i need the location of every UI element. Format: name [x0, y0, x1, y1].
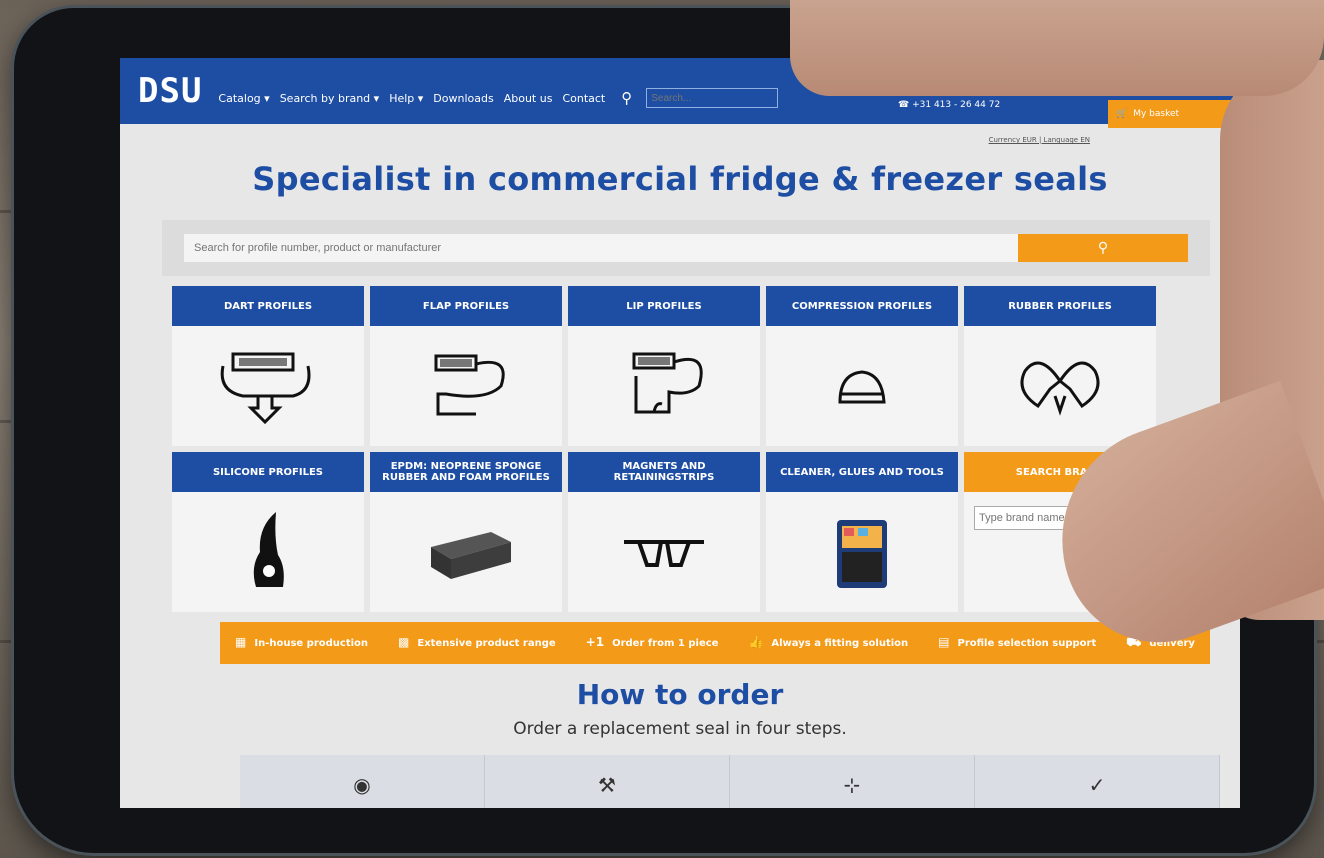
grid-icon: ▩ — [398, 635, 410, 650]
step-card: ✓ — [975, 755, 1220, 808]
tablet-frame: DSU Catalog ▾ Search by brand ▾ Help ▾ D… — [14, 8, 1314, 853]
usp-text: Order from 1 piece — [612, 637, 719, 649]
toolkit-image — [766, 492, 958, 612]
category-card[interactable]: FLAP PROFILES — [370, 286, 562, 446]
site-logo[interactable]: DSU — [138, 71, 202, 111]
nav-help[interactable]: Help ▾ — [389, 92, 423, 105]
category-card[interactable]: EPDM: NEOPRENE SPONGE RUBBER AND FOAM PR… — [370, 452, 562, 612]
main-search-band: ⚲ — [162, 220, 1210, 276]
thumbs-up-icon: 👍 — [748, 635, 764, 650]
category-card[interactable]: SILICONE PROFILES — [172, 452, 364, 612]
category-card[interactable]: DART PROFILES — [172, 286, 364, 446]
main-search-button[interactable]: ⚲ — [1018, 234, 1188, 262]
cart-plus-icon: ⊹ — [843, 773, 861, 797]
phone-icon: ☎ — [898, 100, 910, 110]
basket-button[interactable]: 🛒 My basket — [1108, 100, 1240, 128]
nav-downloads[interactable]: Downloads — [433, 92, 493, 105]
usp-item: +1 Order from 1 piece — [586, 636, 719, 649]
nav-search-by-brand[interactable]: Search by brand ▾ — [280, 92, 380, 105]
cart-icon: 🛒 — [1116, 109, 1128, 119]
currency-language-links[interactable]: Currency EUR | Language EN — [120, 124, 1240, 144]
category-title: CLEANER, GLUES AND TOOLS — [766, 452, 958, 492]
how-to-order-title: How to order — [576, 678, 784, 711]
usp-text: Extensive product range — [417, 637, 556, 649]
step-card: ◉ — [240, 755, 485, 808]
how-to-order-subtitle: Order a replacement seal in four steps. — [513, 719, 847, 739]
category-card[interactable]: COMPRESSION PROFILES — [766, 286, 958, 446]
pin-icon: ◉ — [353, 773, 371, 797]
category-card[interactable]: MAGNETS AND RETAININGSTRIPS — [568, 452, 760, 612]
usp-item: ▦ In-house production — [235, 636, 368, 649]
category-title: RUBBER PROFILES — [964, 286, 1156, 326]
factory-icon: ▦ — [235, 635, 247, 650]
screen: DSU Catalog ▾ Search by brand ▾ Help ▾ D… — [120, 58, 1240, 808]
basket-label: My basket — [1133, 109, 1180, 119]
wrench-icon: ⚒ — [598, 773, 616, 797]
usp-text: Always a fitting solution — [771, 637, 909, 649]
phone-number[interactable]: ☎ +31 413 - 26 44 72 — [898, 100, 1000, 110]
category-title: SILICONE PROFILES — [172, 452, 364, 492]
main-search-input[interactable] — [184, 234, 1018, 262]
category-title: FLAP PROFILES — [370, 286, 562, 326]
usp-band: ▦ In-house production ▩ Extensive product … — [220, 622, 1210, 664]
category-title: EPDM: NEOPRENE SPONGE RUBBER AND FOAM PR… — [370, 452, 562, 492]
plus-one-icon: +1 — [585, 635, 605, 650]
header-search-input[interactable] — [646, 88, 779, 108]
category-card[interactable]: RUBBER PROFILES — [964, 286, 1156, 446]
step-card: ⚒ — [485, 755, 730, 808]
compression-profile-image — [766, 326, 958, 446]
usp-item: 👍 Always a fitting solution — [748, 636, 908, 649]
search-icon: ⚲ — [1097, 240, 1109, 256]
usp-item: ▩ Extensive product range — [398, 636, 556, 649]
nav-about-us[interactable]: About us — [504, 92, 553, 105]
nav-catalog[interactable]: Catalog ▾ — [218, 92, 269, 105]
category-title: LIP PROFILES — [568, 286, 760, 326]
main-nav: Catalog ▾ Search by brand ▾ Help ▾ Downl… — [218, 88, 779, 108]
usp-text: In-house production — [254, 637, 369, 649]
usp-item: ▤ Profile selection support — [938, 636, 1096, 649]
category-card[interactable]: LIP PROFILES — [568, 286, 760, 446]
category-title: COMPRESSION PROFILES — [766, 286, 958, 326]
silicone-profile-image — [172, 492, 364, 612]
hand-finger — [790, 0, 1324, 96]
check-icon: ✓ — [1088, 773, 1106, 797]
magnet-profile-image — [568, 492, 760, 612]
category-card[interactable]: CLEANER, GLUES AND TOOLS — [766, 452, 958, 612]
step-card: ⊹ — [730, 755, 975, 808]
phone-text: +31 413 - 26 44 72 — [912, 100, 1001, 110]
page-title: Specialist in commercial fridge & freeze… — [252, 160, 1108, 198]
usp-text: Profile selection support — [957, 637, 1097, 649]
flap-profile-image — [370, 326, 562, 446]
chat-icon: ▤ — [938, 635, 950, 650]
category-title: DART PROFILES — [172, 286, 364, 326]
rubber-profile-image — [964, 326, 1156, 446]
nav-contact[interactable]: Contact — [562, 92, 605, 105]
category-title: MAGNETS AND RETAININGSTRIPS — [568, 452, 760, 492]
foam-profile-image — [370, 492, 562, 612]
lip-profile-image — [568, 326, 760, 446]
order-steps: ◉ ⚒ ⊹ ✓ — [240, 755, 1240, 808]
search-icon[interactable]: ⚲ — [621, 89, 632, 107]
dart-profile-image — [172, 326, 364, 446]
